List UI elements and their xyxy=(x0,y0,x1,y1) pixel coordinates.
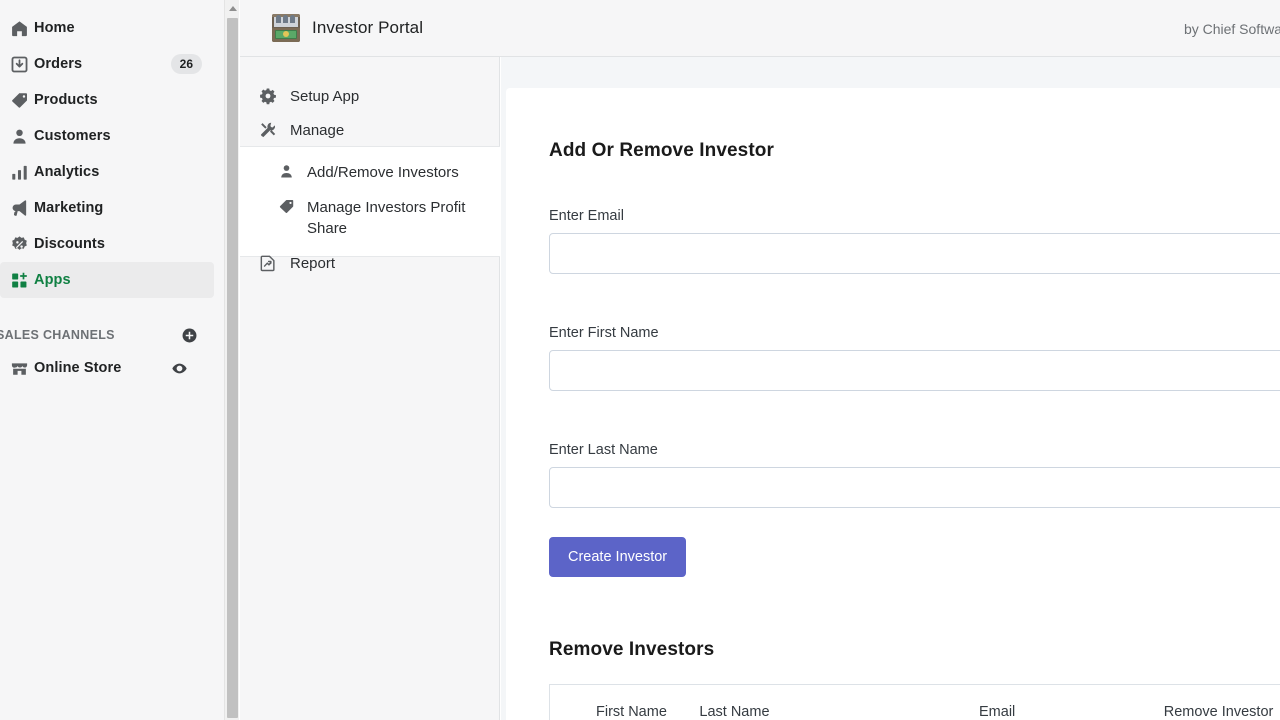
analytics-icon xyxy=(4,163,34,182)
investors-table: First Name Last Name Email Remove Invest… xyxy=(549,684,1280,720)
app-nav-manage[interactable]: Manage xyxy=(240,113,499,147)
orders-count-badge: 26 xyxy=(171,54,202,74)
sidebar-item-label: Online Store xyxy=(34,360,121,376)
app-nav-label: Report xyxy=(290,255,335,272)
sidebar-item-products[interactable]: Products xyxy=(0,82,214,118)
sidebar-item-customers[interactable]: Customers xyxy=(0,118,214,154)
sales-channels-section-header: SALES CHANNELS xyxy=(0,320,224,350)
sidebar-item-discounts[interactable]: Discounts xyxy=(0,226,214,262)
sidebar-scrollbar[interactable] xyxy=(224,0,239,720)
app-nav-label: Setup App xyxy=(290,88,359,105)
email-field-group: Enter Email xyxy=(549,208,1280,274)
scroll-up-arrow-icon[interactable] xyxy=(225,0,240,16)
sidebar-item-home[interactable]: Home xyxy=(0,10,214,46)
products-icon xyxy=(4,91,34,110)
sidebar-item-marketing[interactable]: Marketing xyxy=(0,190,214,226)
app-nav-submenu: Add/Remove Investors Manage Investors Pr… xyxy=(240,146,500,257)
sidebar-item-orders[interactable]: Orders 26 xyxy=(0,46,214,82)
sales-channels-label: SALES CHANNELS xyxy=(0,328,115,342)
app-nav-label: Add/Remove Investors xyxy=(307,162,459,183)
orders-icon xyxy=(4,55,34,74)
tag-icon xyxy=(276,198,296,215)
scrollbar-thumb[interactable] xyxy=(227,18,238,718)
sidebar-item-online-store[interactable]: Online Store xyxy=(0,350,214,386)
app-nav-setup-app[interactable]: Setup App xyxy=(240,79,499,113)
app-nav-label: Manage xyxy=(290,122,344,139)
apps-icon xyxy=(4,271,34,290)
customers-icon xyxy=(4,127,34,146)
app-header: Investor Portal by Chief Softwa xyxy=(240,0,1280,57)
last-name-field-group: Enter Last Name xyxy=(549,442,1280,508)
table-header-row: First Name Last Name Email Remove Invest… xyxy=(550,685,1280,720)
sidebar-item-label: Home xyxy=(34,20,75,36)
email-input[interactable] xyxy=(549,233,1280,274)
first-name-field-group: Enter First Name xyxy=(549,325,1280,391)
discounts-icon xyxy=(4,235,34,254)
sidebar-item-label: Apps xyxy=(34,272,71,288)
sidebar-item-analytics[interactable]: Analytics xyxy=(0,154,214,190)
app-byline: by Chief Softwa xyxy=(1184,21,1280,37)
app-sidebar: Setup App Manage Add/Remove Investors Ma… xyxy=(240,57,500,720)
eye-icon[interactable] xyxy=(171,360,188,377)
marketing-icon xyxy=(4,199,34,218)
app-nav-manage-profit-share[interactable]: Manage Investors Profit Share xyxy=(240,190,500,246)
app-nav-report[interactable]: Report xyxy=(240,246,335,280)
sidebar-item-apps[interactable]: Apps xyxy=(0,262,214,298)
sidebar-item-label: Customers xyxy=(34,128,111,144)
create-investor-button[interactable]: Create Investor xyxy=(549,537,686,577)
sidebar-item-label: Analytics xyxy=(34,164,99,180)
sidebar-item-label: Products xyxy=(34,92,98,108)
column-header-remove-investor: Remove Investor xyxy=(1164,685,1280,720)
last-name-input[interactable] xyxy=(549,467,1280,508)
home-icon xyxy=(4,19,34,38)
tools-icon xyxy=(258,121,278,139)
email-field-label: Enter Email xyxy=(549,208,1280,224)
column-header-first-name: First Name xyxy=(550,685,700,720)
investor-portal-logo-icon xyxy=(272,14,300,42)
person-icon xyxy=(276,163,296,180)
page-title: Add Or Remove Investor xyxy=(549,140,1280,162)
app-nav-add-remove-investors[interactable]: Add/Remove Investors xyxy=(240,155,500,190)
first-name-field-label: Enter First Name xyxy=(549,325,1280,341)
app-title: Investor Portal xyxy=(312,18,423,38)
embedded-app-frame: Investor Portal by Chief Softwa Setup Ap… xyxy=(240,0,1280,720)
app-brand: Investor Portal xyxy=(272,14,423,42)
sidebar-item-label: Orders xyxy=(34,56,82,72)
content-card: Add Or Remove Investor Enter Email Enter… xyxy=(506,88,1280,720)
storefront-icon xyxy=(4,359,34,378)
first-name-input[interactable] xyxy=(549,350,1280,391)
column-header-email: Email xyxy=(979,685,1164,720)
report-icon xyxy=(258,254,278,272)
column-header-last-name: Last Name xyxy=(699,685,979,720)
nav-divider xyxy=(0,298,224,320)
last-name-field-label: Enter Last Name xyxy=(549,442,1280,458)
sidebar-item-label: Marketing xyxy=(34,200,103,216)
app-nav-label: Manage Investors Profit Share xyxy=(307,197,477,239)
admin-sidebar: Home Orders 26 Products Customers Analyt… xyxy=(0,0,224,720)
gear-icon xyxy=(258,87,278,105)
sidebar-item-label: Discounts xyxy=(34,236,105,252)
plus-circle-icon[interactable] xyxy=(181,327,198,344)
remove-investors-title: Remove Investors xyxy=(549,639,1280,661)
